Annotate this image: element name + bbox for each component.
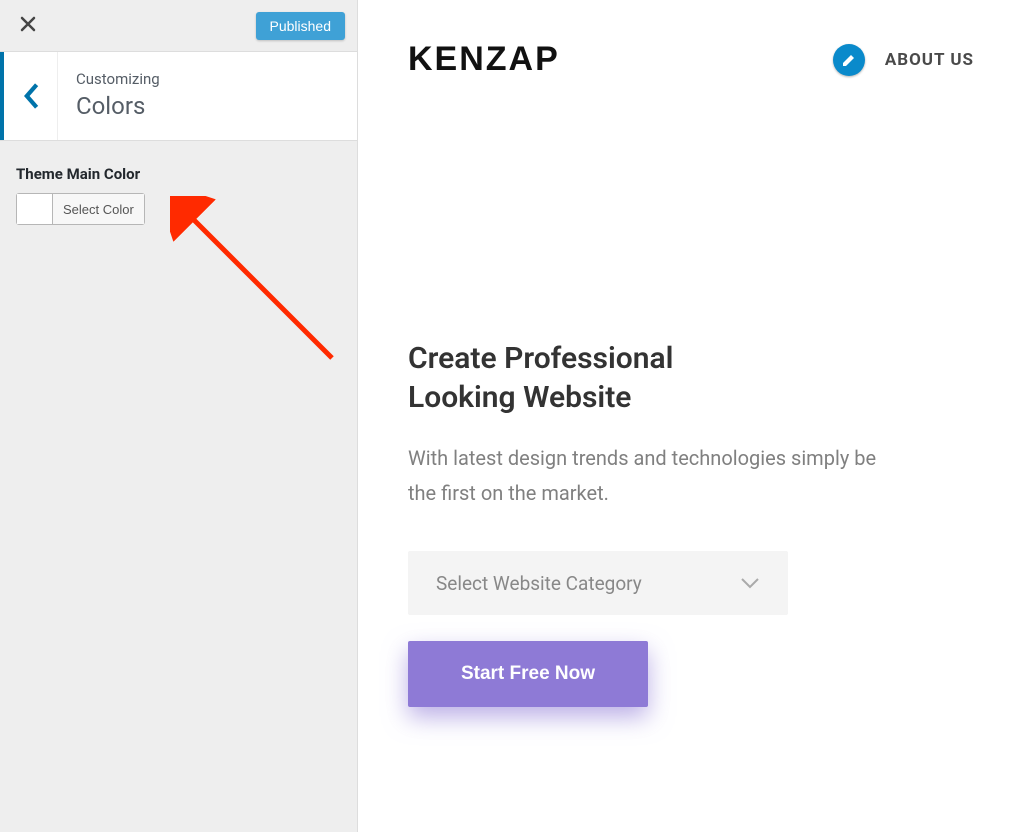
start-free-button[interactable]: Start Free Now <box>408 641 648 707</box>
published-button[interactable]: Published <box>256 12 346 40</box>
brand-area: KENZAP <box>408 40 560 79</box>
nav-right: ABOUT US <box>833 44 974 76</box>
section-header: Customizing Colors <box>0 52 357 141</box>
select-color-button[interactable]: Select Color <box>53 194 144 224</box>
hero-section: Create Professional Looking Website With… <box>358 79 1024 707</box>
hero-title-line2: Looking Website <box>408 380 631 415</box>
nav-link-about[interactable]: ABOUT US <box>885 50 974 70</box>
color-picker[interactable]: Select Color <box>16 193 145 225</box>
theme-color-label: Theme Main Color <box>16 165 341 183</box>
customizing-label: Customizing <box>76 70 339 88</box>
brand-logo[interactable]: KENZAP <box>408 40 560 79</box>
chevron-down-icon <box>740 577 760 589</box>
hero-subtitle: With latest design trends and technologi… <box>408 441 888 511</box>
section-title: Colors <box>76 92 339 120</box>
category-select-placeholder: Select Website Category <box>436 572 642 595</box>
color-swatch <box>17 194 53 224</box>
hero-title: Create Professional Looking Website <box>408 339 768 417</box>
controls-area: Theme Main Color Select Color <box>0 141 357 252</box>
close-icon <box>20 16 36 32</box>
site-preview: KENZAP ABOUT US Create Professional Look… <box>358 0 1024 832</box>
pencil-icon <box>841 52 857 68</box>
sidebar-topbar: Published <box>0 0 357 52</box>
customizer-sidebar: Published Customizing Colors Theme Main … <box>0 0 358 832</box>
preview-header: KENZAP ABOUT US <box>358 0 1024 79</box>
section-title-block: Customizing Colors <box>58 52 357 140</box>
edit-shortcut-button[interactable] <box>833 44 865 76</box>
chevron-left-icon <box>22 82 40 110</box>
close-button[interactable] <box>12 13 44 38</box>
category-select[interactable]: Select Website Category <box>408 551 788 615</box>
hero-title-line1: Create Professional <box>408 341 673 376</box>
back-button[interactable] <box>0 52 58 140</box>
